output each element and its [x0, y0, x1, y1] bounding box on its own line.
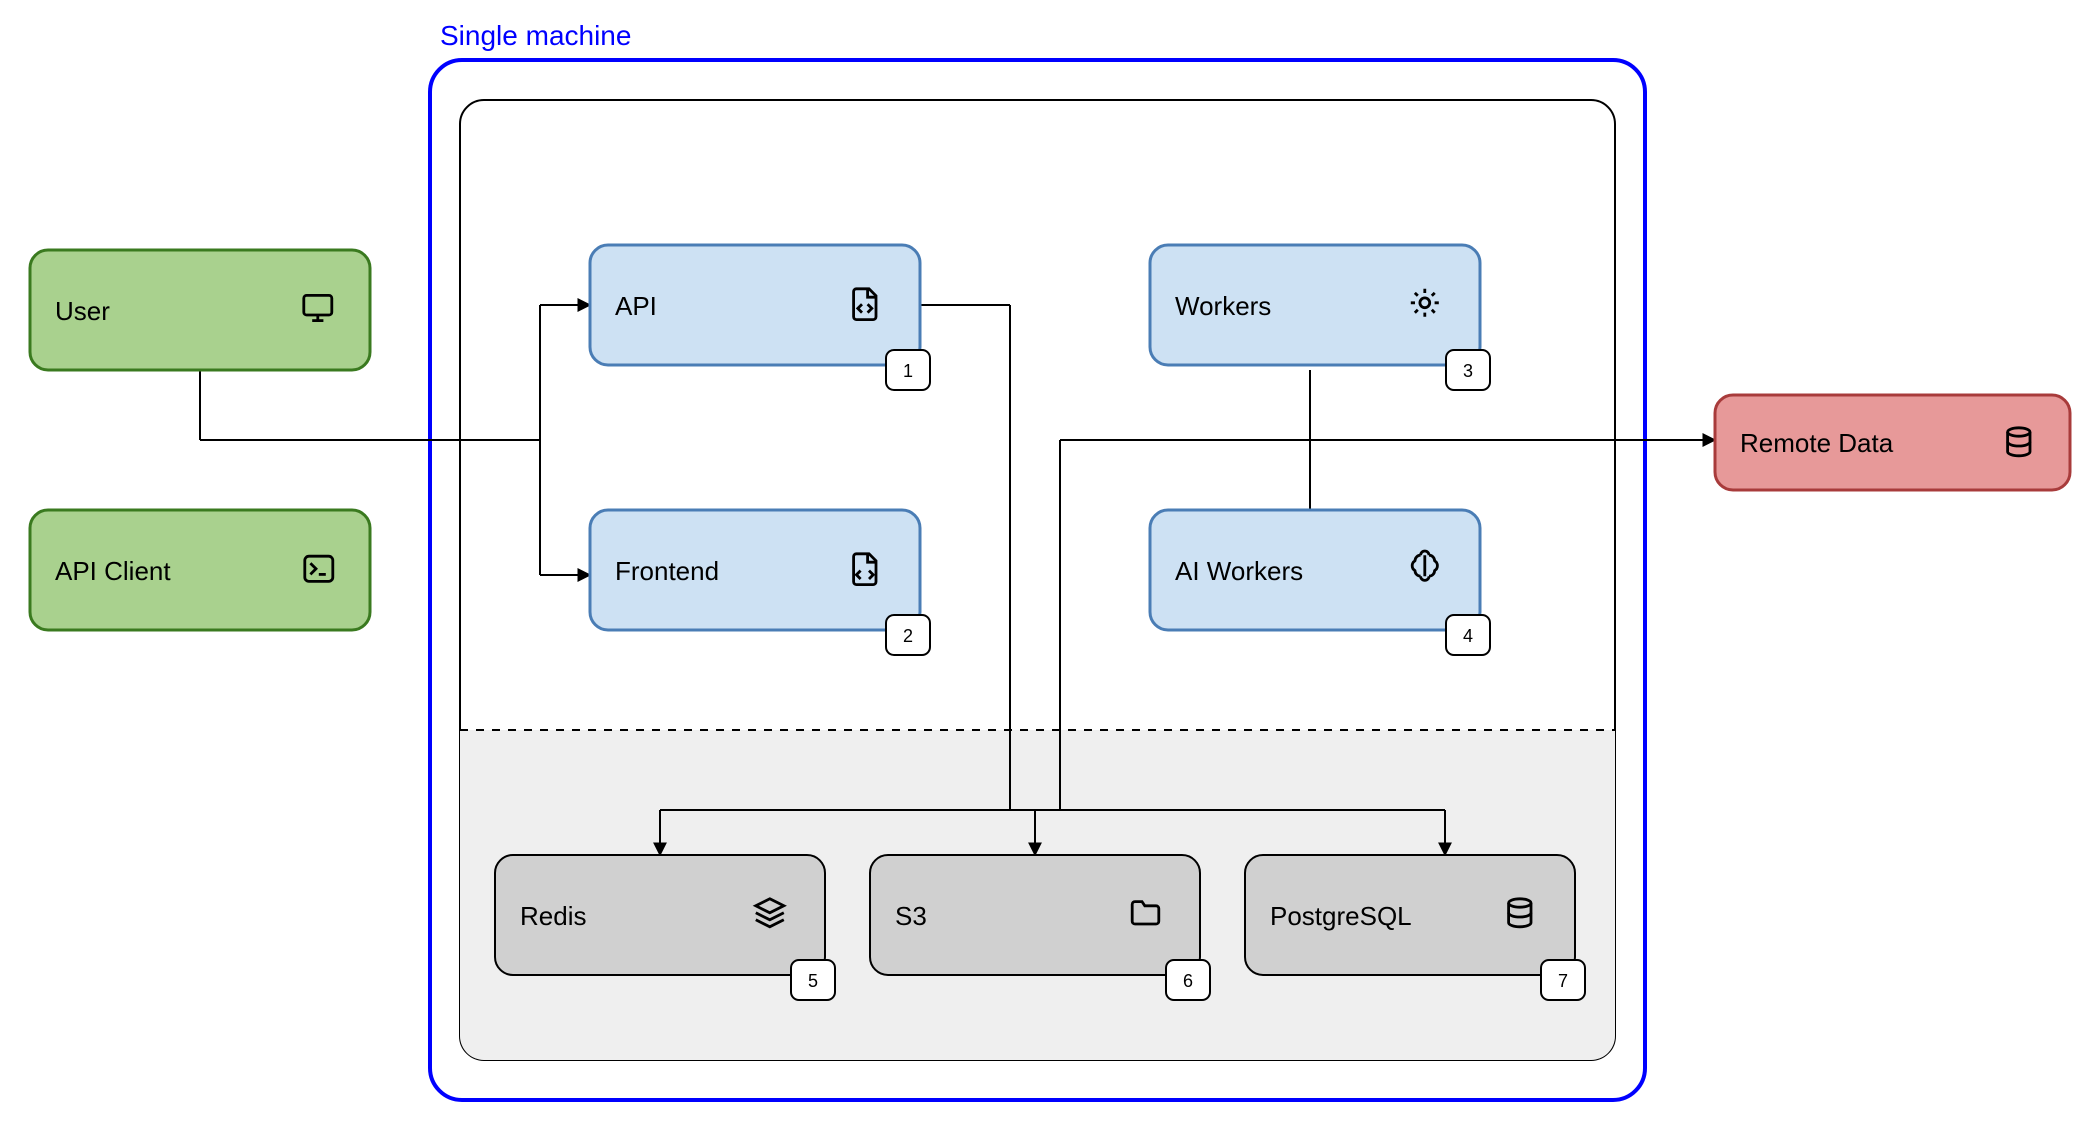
node-api: API 1 — [590, 245, 930, 390]
node-workers-badge: 3 — [1463, 361, 1473, 381]
node-workers: Workers 3 — [1150, 245, 1490, 390]
node-remote-data: Remote Data — [1715, 395, 2070, 490]
node-workers-label: Workers — [1175, 291, 1271, 321]
node-frontend: Frontend 2 — [590, 510, 930, 655]
node-user: User — [30, 250, 370, 370]
node-api-label: API — [615, 291, 657, 321]
node-user-label: User — [55, 296, 110, 326]
container-title: Single machine — [440, 20, 631, 51]
node-redis-badge: 5 — [808, 971, 818, 991]
node-api-client: API Client — [30, 510, 370, 630]
architecture-diagram: Single machine User API Client API — [0, 0, 2093, 1128]
node-api-client-label: API Client — [55, 556, 171, 586]
node-ai-workers: AI Workers 4 — [1150, 510, 1490, 655]
node-ai-workers-label: AI Workers — [1175, 556, 1303, 586]
node-api-badge: 1 — [903, 361, 913, 381]
node-postgresql-label: PostgreSQL — [1270, 901, 1412, 931]
node-postgresql-badge: 7 — [1558, 971, 1568, 991]
node-frontend-badge: 2 — [903, 626, 913, 646]
node-s3-label: S3 — [895, 901, 927, 931]
node-frontend-label: Frontend — [615, 556, 719, 586]
node-redis-label: Redis — [520, 901, 586, 931]
node-ai-workers-badge: 4 — [1463, 626, 1473, 646]
node-remote-data-label: Remote Data — [1740, 428, 1894, 458]
node-s3-badge: 6 — [1183, 971, 1193, 991]
